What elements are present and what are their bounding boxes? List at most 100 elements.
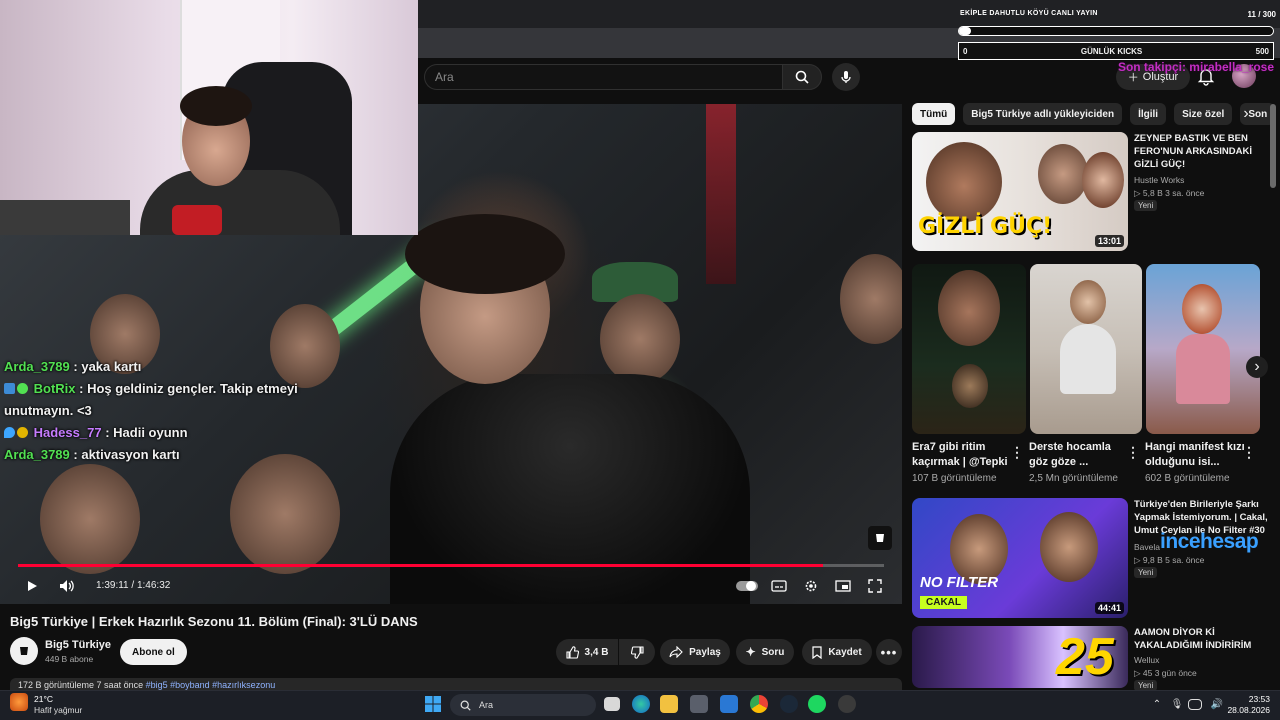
chat-text: : aktivasyon kartı bbox=[73, 447, 180, 462]
big5-logo-icon bbox=[20, 647, 28, 655]
thumb-subtext: CAKAL bbox=[920, 596, 967, 609]
short-title[interactable]: Derste hocamla göz göze ... bbox=[1029, 440, 1119, 470]
chevron-up-icon[interactable]: ⌃ bbox=[1148, 695, 1166, 713]
video-progress-fill bbox=[18, 564, 824, 567]
short-title[interactable]: Hangi manifest kızı olduğunu isi... bbox=[1145, 440, 1245, 470]
rec-channel[interactable]: Hustle Works bbox=[1134, 174, 1184, 186]
rec-thumbnail[interactable]: NO FILTER CAKAL 44:41 bbox=[912, 498, 1128, 618]
short-title[interactable]: Era7 gibi ritim kaçırmak | @Tepki bbox=[912, 440, 1012, 470]
chrome-browser-icon[interactable] bbox=[750, 695, 768, 713]
settings-button[interactable] bbox=[802, 576, 820, 596]
fullscreen-button[interactable] bbox=[866, 576, 884, 596]
play-button[interactable] bbox=[24, 576, 40, 596]
weather-icon[interactable] bbox=[10, 693, 28, 711]
chat-message: Arda_3789 : aktivasyon kartı bbox=[4, 444, 324, 466]
thumb-person bbox=[1082, 152, 1124, 208]
duration-badge: 44:41 bbox=[1094, 602, 1124, 614]
search-box[interactable] bbox=[424, 64, 782, 90]
more-actions-button[interactable]: ••• bbox=[876, 639, 902, 665]
autoplay-toggle[interactable] bbox=[736, 576, 758, 596]
new-badge: Yeni bbox=[1134, 200, 1158, 211]
bookmark-icon bbox=[812, 645, 822, 659]
video-progress-bar[interactable] bbox=[18, 564, 884, 567]
edge-browser-icon[interactable] bbox=[632, 695, 650, 713]
share-button[interactable]: Paylaş bbox=[660, 639, 730, 665]
mail-icon[interactable] bbox=[720, 695, 738, 713]
dislike-button[interactable] bbox=[619, 639, 655, 665]
voice-search-button[interactable] bbox=[832, 63, 860, 91]
save-label: Kaydet bbox=[828, 646, 862, 658]
task-view-icon[interactable] bbox=[604, 697, 620, 711]
search-input[interactable] bbox=[425, 65, 782, 89]
network-icon[interactable] bbox=[1188, 699, 1202, 710]
streamer-body bbox=[140, 170, 340, 235]
rec-channel[interactable]: Wellux bbox=[1134, 654, 1159, 666]
sidebar-scrollbar[interactable] bbox=[1270, 104, 1276, 188]
weather-description[interactable]: Hafif yağmur bbox=[34, 705, 82, 715]
rec-title[interactable]: ZEYNEP BASTIK VE BEN FERO'NUN ARKASINDAK… bbox=[1134, 132, 1254, 171]
subtitles-icon bbox=[771, 580, 787, 592]
bot-badge-icon bbox=[4, 383, 15, 394]
steam-icon[interactable] bbox=[780, 695, 798, 713]
crowd-person bbox=[40, 464, 140, 574]
save-button[interactable]: Kaydet bbox=[802, 639, 872, 665]
channel-watermark[interactable] bbox=[868, 526, 892, 550]
like-button[interactable]: 3,4 B bbox=[556, 639, 618, 665]
chat-message: Arda_3789 : yaka kartı bbox=[4, 356, 324, 378]
chip-from-uploader[interactable]: Big5 Türkiye adlı yükleyiciden bbox=[963, 103, 1123, 125]
clock-date: 28.08.2026 bbox=[1227, 705, 1270, 715]
short-views: 107 B görüntüleme bbox=[912, 473, 997, 484]
crowd-person bbox=[840, 254, 902, 344]
subscribe-button[interactable]: Abone ol bbox=[120, 639, 187, 665]
rec-meta: ▷ 9,8 B 5 sa. önce bbox=[1134, 555, 1205, 565]
stream-goal-overlay: EKİPLE DAHUTLU KÖYÜ CANLI YAYIN 11 / 300… bbox=[956, 4, 1278, 60]
streamer-hair bbox=[180, 86, 252, 126]
app-icon[interactable] bbox=[838, 695, 856, 713]
thumb-person bbox=[938, 270, 1000, 346]
rec-meta: ▷ 5,8 B 3 sa. önce bbox=[1134, 188, 1205, 198]
kicks-goal-box: 0 GÜNLÜK KICKS 500 bbox=[958, 42, 1274, 60]
chevron-right-icon: › bbox=[1254, 358, 1260, 375]
system-clock[interactable]: 23:53 28.08.2026 bbox=[1226, 694, 1270, 716]
store-icon[interactable] bbox=[690, 695, 708, 713]
short-menu-kebab-icon[interactable]: ⋮ bbox=[1242, 444, 1256, 461]
crowd-person bbox=[600, 294, 680, 384]
short-menu-kebab-icon[interactable]: ⋮ bbox=[1010, 444, 1024, 461]
spotify-icon[interactable] bbox=[808, 695, 826, 713]
kicks-target: 500 bbox=[1255, 46, 1269, 56]
microphone-tray-icon[interactable]: 🎙 bbox=[1168, 695, 1186, 713]
shorts-next-button[interactable]: › bbox=[1246, 356, 1268, 378]
chip-all[interactable]: Tümü bbox=[912, 103, 956, 125]
chip-for-you[interactable]: Size özel bbox=[1174, 103, 1233, 125]
chat-text: : Hadii oyunn bbox=[105, 425, 188, 440]
miniplayer-button[interactable] bbox=[834, 576, 852, 596]
rec-thumbnail[interactable]: 25 bbox=[912, 626, 1128, 688]
chat-username: BotRix bbox=[33, 381, 76, 396]
short-thumbnail[interactable] bbox=[912, 264, 1026, 434]
speaker-icon[interactable]: 🔊 bbox=[1208, 695, 1226, 713]
last-follower-text: Son takipçi: mirabella_rose bbox=[1117, 60, 1274, 74]
thumb-person bbox=[1070, 280, 1106, 324]
subtitles-button[interactable] bbox=[770, 576, 788, 596]
file-explorer-icon[interactable] bbox=[660, 695, 678, 713]
short-thumbnail[interactable] bbox=[1146, 264, 1260, 434]
chip-related[interactable]: İlgili bbox=[1130, 103, 1167, 125]
volume-button[interactable] bbox=[58, 576, 76, 596]
crowd-person bbox=[230, 454, 340, 574]
chips-next-button[interactable]: › bbox=[1236, 103, 1256, 125]
search-button[interactable] bbox=[782, 64, 822, 90]
weather-temperature[interactable]: 21°C bbox=[34, 694, 53, 704]
short-thumbnail[interactable] bbox=[1030, 264, 1142, 434]
description-tags[interactable]: #big5 #boyband #hazırlıksezonu bbox=[146, 680, 276, 690]
fullscreen-icon bbox=[868, 579, 882, 593]
short-menu-kebab-icon[interactable]: ⋮ bbox=[1126, 444, 1140, 461]
channel-name[interactable]: Big5 Türkiye bbox=[45, 639, 111, 651]
overlay-progress-fill bbox=[959, 27, 971, 35]
rec-thumbnail[interactable]: GİZLİ GÜÇ! 13:01 bbox=[912, 132, 1128, 251]
channel-avatar[interactable] bbox=[10, 637, 38, 665]
rec-channel[interactable]: Bavela bbox=[1134, 541, 1160, 553]
rec-title[interactable]: AAMON DİYOR Kİ YAKALADIĞIMI İNDİRİRİM bbox=[1134, 626, 1254, 652]
taskbar-search[interactable]: Ara bbox=[450, 694, 596, 716]
start-button[interactable] bbox=[424, 695, 442, 713]
ask-button[interactable]: ✦ Soru bbox=[736, 639, 794, 665]
